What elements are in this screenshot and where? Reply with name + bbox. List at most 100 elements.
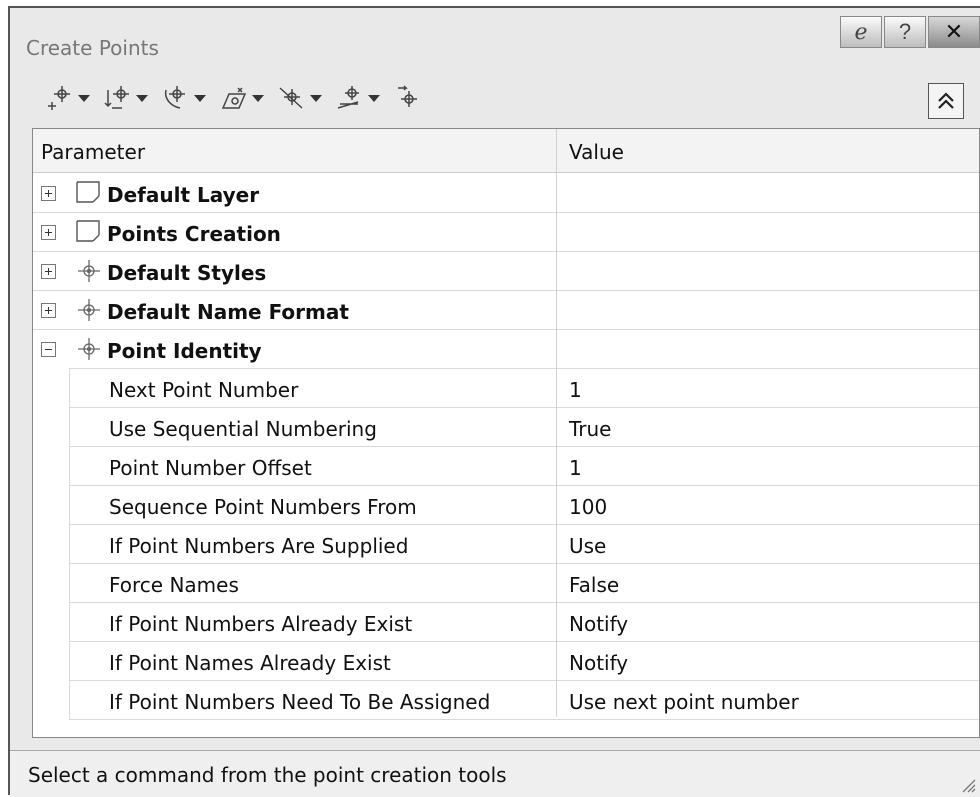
parameter-grid: Parameter Value Default Layer Points Cre… [32, 128, 980, 738]
property-value[interactable]: 1 [569, 456, 582, 480]
row-gutter [33, 641, 69, 681]
expand-icon[interactable] [41, 225, 56, 240]
close-icon: ✕ [944, 19, 964, 44]
chevron-down-icon [136, 94, 148, 102]
property-value[interactable]: Use next point number [569, 690, 799, 714]
row-gutter [33, 680, 69, 720]
caption-buttons: ℯ ? ✕ [838, 16, 980, 48]
point-marker-icon [78, 338, 100, 360]
property-label: If Point Numbers Already Exist [109, 612, 413, 636]
collapse-toolbar-button[interactable] [928, 83, 964, 119]
surface-tool-dropdown[interactable] [220, 84, 264, 112]
miscellaneous-point-icon [48, 86, 70, 110]
group-row-default-name-format[interactable]: Default Name Format [33, 291, 979, 330]
property-label: Use Sequential Numbering [109, 417, 377, 441]
property-value[interactable]: Notify [569, 612, 628, 636]
chevron-down-icon [252, 94, 264, 102]
expand-icon[interactable] [41, 303, 56, 318]
collapse-icon[interactable] [41, 342, 56, 357]
group-row-default-layer[interactable]: Default Layer [33, 174, 979, 213]
property-row-force-names[interactable]: Force Names False [33, 563, 979, 603]
chevron-down-icon [368, 94, 380, 102]
property-label: If Point Numbers Are Supplied [109, 534, 409, 558]
property-label: Force Names [109, 573, 239, 597]
row-gutter [33, 524, 69, 564]
gutter-line [69, 603, 70, 642]
property-label: If Point Numbers Need To Be Assigned [109, 690, 491, 714]
group-label: Point Identity [107, 339, 262, 363]
property-label: Point Number Offset [109, 456, 312, 480]
point-marker-icon [78, 299, 100, 321]
point-marker-icon [78, 260, 100, 282]
row-gutter [33, 602, 69, 642]
slope-point-icon [337, 86, 359, 109]
gutter-line [69, 447, 70, 486]
gutter-line [69, 486, 70, 525]
grid-header: Parameter Value [33, 129, 979, 173]
alignment-point-icon [164, 86, 185, 109]
gutter-line [69, 681, 70, 720]
group-label: Default Layer [107, 183, 260, 207]
property-label: If Point Names Already Exist [109, 651, 391, 675]
miscellaneous-tool-dropdown[interactable] [46, 84, 90, 112]
expand-icon[interactable] [41, 264, 56, 279]
slope-tool-dropdown[interactable] [336, 84, 380, 112]
property-row-if-point-numbers-already-exist[interactable]: If Point Numbers Already Exist Notify [33, 602, 979, 642]
property-row-if-point-names-already-exist[interactable]: If Point Names Already Exist Notify [33, 641, 979, 681]
group-label: Default Name Format [107, 300, 349, 324]
row-gutter [33, 485, 69, 525]
column-separator[interactable] [556, 129, 557, 717]
surface-point-icon [221, 87, 247, 109]
chevron-down-icon [78, 94, 90, 102]
gutter-line [69, 642, 70, 681]
property-value[interactable]: True [569, 417, 611, 441]
convert-point-icon [398, 85, 417, 107]
help-button[interactable]: ? [884, 16, 926, 48]
interpolate-tool-dropdown[interactable] [278, 84, 322, 112]
layer-icon [76, 220, 100, 242]
pin-icon: ℯ [854, 19, 868, 44]
property-row-point-number-offset[interactable]: Point Number Offset 1 [33, 446, 979, 486]
alignment-tool-dropdown[interactable] [162, 84, 206, 112]
group-row-points-creation[interactable]: Points Creation [33, 213, 979, 252]
pin-button[interactable]: ℯ [840, 16, 882, 48]
property-value[interactable]: False [569, 573, 619, 597]
group-row-default-styles[interactable]: Default Styles [33, 252, 979, 291]
property-label: Next Point Number [109, 378, 299, 402]
chevron-down-icon [310, 94, 322, 102]
close-button[interactable]: ✕ [928, 16, 980, 48]
row-gutter [33, 563, 69, 603]
group-label: Default Styles [107, 261, 267, 285]
intersection-tool-dropdown[interactable] [104, 84, 148, 112]
property-value[interactable]: 100 [569, 495, 607, 519]
resize-grip-icon[interactable] [958, 775, 976, 793]
status-bar: Select a command from the point creation… [10, 750, 980, 797]
group-row-point-identity[interactable]: Point Identity [33, 330, 979, 369]
expand-icon[interactable] [41, 186, 56, 201]
property-row-use-sequential-numbering[interactable]: Use Sequential Numbering True [33, 407, 979, 447]
property-value[interactable]: 1 [569, 378, 582, 402]
property-value[interactable]: Notify [569, 651, 628, 675]
gutter-line [69, 564, 70, 603]
double-chevron-up-icon [938, 92, 954, 109]
window-title: Create Points [26, 36, 159, 60]
row-gutter [33, 407, 69, 447]
parameter-column-header: Parameter [41, 140, 146, 164]
point-tools-toolbar [46, 84, 422, 112]
property-label: Sequence Point Numbers From [109, 495, 417, 519]
gutter-line [69, 408, 70, 447]
create-points-window: Create Points ℯ ? ✕ Parameter Value Defa… [8, 6, 980, 797]
property-row-next-point-number[interactable]: Next Point Number 1 [33, 368, 979, 408]
gutter-line [69, 369, 70, 408]
property-row-if-point-numbers-are-supplied[interactable]: If Point Numbers Are Supplied Use [33, 524, 979, 564]
row-gutter [33, 446, 69, 486]
layer-icon [76, 181, 100, 203]
chevron-down-icon [194, 94, 206, 102]
help-icon: ? [898, 19, 912, 44]
property-row-if-point-numbers-need-to-be-assigned[interactable]: If Point Numbers Need To Be Assigned Use… [33, 680, 979, 720]
group-label: Points Creation [107, 222, 281, 246]
property-row-sequence-point-numbers-from[interactable]: Sequence Point Numbers From 100 [33, 485, 979, 525]
convert-tool-button[interactable] [394, 84, 422, 112]
interpolate-point-icon [279, 87, 303, 109]
property-value[interactable]: Use [569, 534, 606, 558]
